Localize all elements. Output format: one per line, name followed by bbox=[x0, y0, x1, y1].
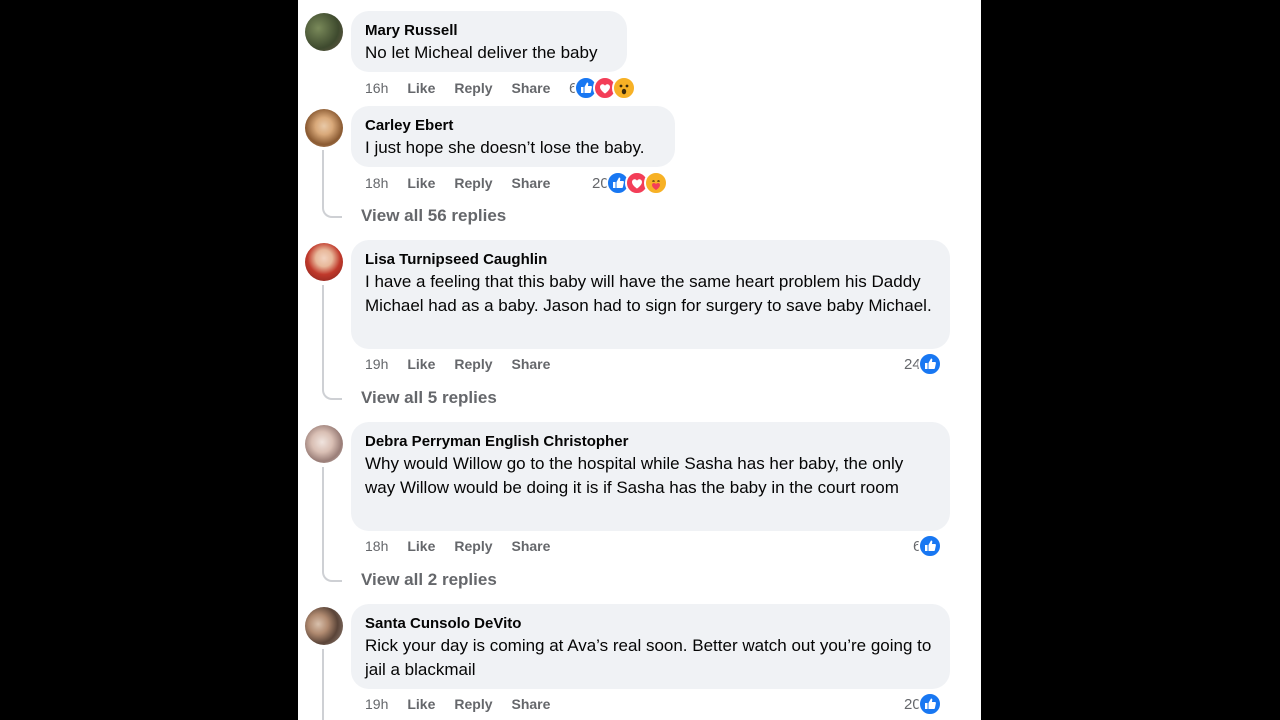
share-button[interactable]: Share bbox=[512, 356, 551, 372]
like-icon bbox=[918, 534, 943, 558]
comment-time[interactable]: 18h bbox=[365, 538, 388, 554]
comment-actions: 19h Like Reply Share bbox=[365, 354, 569, 374]
reply-button[interactable]: Reply bbox=[454, 175, 492, 191]
comment-time[interactable]: 19h bbox=[365, 356, 388, 372]
like-button[interactable]: Like bbox=[407, 696, 435, 712]
reply-button[interactable]: Reply bbox=[454, 80, 492, 96]
comment-bubble: Carley Ebert I just hope she doesn’t los… bbox=[351, 106, 675, 167]
share-button[interactable]: Share bbox=[512, 80, 551, 96]
comment-actions: 16h Like Reply Share bbox=[365, 78, 569, 98]
care-icon bbox=[643, 171, 668, 195]
avatar[interactable] bbox=[305, 607, 343, 645]
thread-line bbox=[322, 150, 342, 218]
comment-author[interactable]: Lisa Turnipseed Caughlin bbox=[365, 250, 936, 270]
reply-button[interactable]: Reply bbox=[454, 356, 492, 372]
comment-time[interactable]: 19h bbox=[365, 696, 388, 712]
avatar[interactable] bbox=[305, 425, 343, 463]
avatar[interactable] bbox=[305, 243, 343, 281]
comment-bubble: Santa Cunsolo DeVito Rick your day is co… bbox=[351, 604, 950, 689]
comments-panel: Mary Russell No let Micheal deliver the … bbox=[298, 0, 981, 720]
comment-text: Rick your day is coming at Ava’s real so… bbox=[365, 636, 932, 679]
comment-bubble: Lisa Turnipseed Caughlin I have a feelin… bbox=[351, 240, 950, 349]
comment-author[interactable]: Santa Cunsolo DeVito bbox=[365, 614, 936, 634]
comment-bubble: Mary Russell No let Micheal deliver the … bbox=[351, 11, 627, 72]
reply-button[interactable]: Reply bbox=[454, 538, 492, 554]
thread-line bbox=[322, 467, 342, 582]
comment-time[interactable]: 16h bbox=[365, 80, 388, 96]
reply-button[interactable]: Reply bbox=[454, 696, 492, 712]
comment-text: I have a feeling that this baby will hav… bbox=[365, 272, 932, 315]
like-icon bbox=[917, 692, 942, 716]
comment-bubble: Debra Perryman English Christopher Why w… bbox=[351, 422, 950, 531]
comment-actions: 18h Like Reply Share bbox=[365, 536, 569, 556]
like-button[interactable]: Like bbox=[407, 175, 435, 191]
view-replies-link[interactable]: View all 56 replies bbox=[361, 206, 506, 226]
view-replies-link[interactable]: View all 2 replies bbox=[361, 570, 497, 590]
share-button[interactable]: Share bbox=[512, 538, 551, 554]
share-button[interactable]: Share bbox=[512, 696, 551, 712]
share-button[interactable]: Share bbox=[512, 175, 551, 191]
view-replies-link[interactable]: View all 5 replies bbox=[361, 388, 497, 408]
avatar[interactable] bbox=[305, 109, 343, 147]
comment-actions: 19h Like Reply Share bbox=[365, 694, 569, 714]
reaction-summary[interactable]: 6 bbox=[913, 534, 943, 558]
avatar[interactable] bbox=[305, 13, 343, 51]
reaction-summary[interactable]: 6 bbox=[569, 76, 637, 100]
comment-time[interactable]: 18h bbox=[365, 175, 388, 191]
reaction-summary[interactable]: 20 bbox=[592, 171, 668, 195]
like-button[interactable]: Like bbox=[407, 538, 435, 554]
comment-author[interactable]: Debra Perryman English Christopher bbox=[365, 432, 936, 452]
thread-line bbox=[322, 285, 342, 400]
comment-text: I just hope she doesn’t lose the baby. bbox=[365, 138, 645, 157]
like-button[interactable]: Like bbox=[407, 80, 435, 96]
reaction-summary[interactable]: 24 bbox=[904, 352, 942, 376]
comment-text: Why would Willow go to the hospital whil… bbox=[365, 454, 904, 497]
comment-text: No let Micheal deliver the baby bbox=[365, 43, 598, 62]
comment-actions: 18h Like Reply Share bbox=[365, 173, 569, 193]
wow-icon bbox=[612, 76, 637, 100]
like-button[interactable]: Like bbox=[407, 356, 435, 372]
thread-line bbox=[322, 649, 342, 720]
comment-author[interactable]: Mary Russell bbox=[365, 21, 613, 41]
like-icon bbox=[917, 352, 942, 376]
comment-author[interactable]: Carley Ebert bbox=[365, 116, 661, 136]
reaction-summary[interactable]: 20 bbox=[904, 692, 942, 716]
